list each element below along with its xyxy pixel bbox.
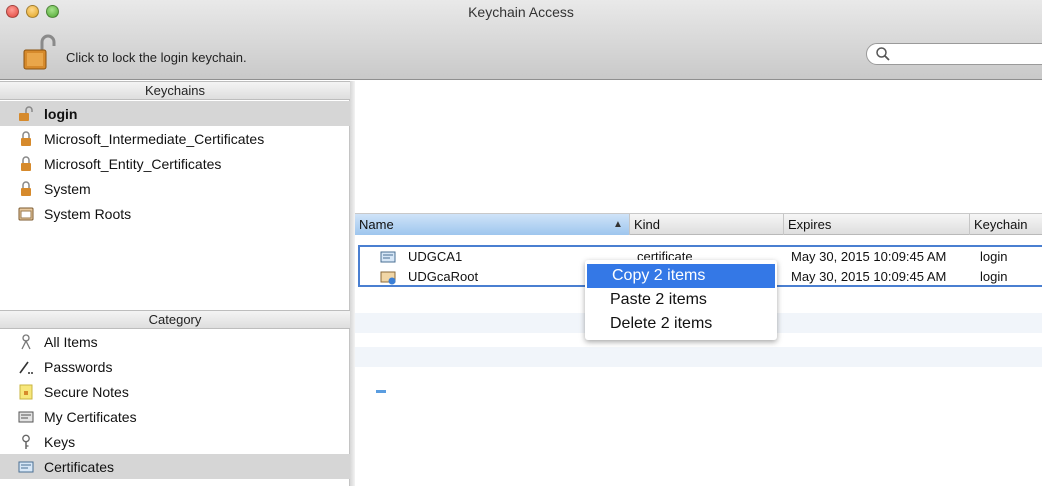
root-certificate-icon (380, 271, 396, 285)
key-icon (22, 434, 30, 449)
category-item-label: Secure Notes (44, 383, 129, 400)
keychains-header: Keychains (0, 81, 350, 100)
menu-item-delete[interactable]: Delete 2 items (585, 312, 777, 336)
keychain-item-system-roots[interactable]: System Roots (0, 201, 350, 226)
category-item-label: Passwords (44, 358, 113, 375)
category-item-keys[interactable]: Keys (0, 429, 350, 454)
category-header: Category (0, 310, 350, 329)
padlock-icon (21, 130, 31, 146)
menu-item-copy[interactable]: Copy 2 items (587, 264, 775, 288)
cell-keychain: login (980, 269, 1008, 284)
my-certificate-icon (18, 411, 34, 422)
drag-remnant (376, 390, 386, 393)
column-header-kind[interactable]: Kind (630, 214, 784, 235)
category-item-secure-notes[interactable]: Secure Notes (0, 379, 350, 404)
menu-item-paste[interactable]: Paste 2 items (585, 288, 777, 312)
column-header-label: Name (359, 217, 394, 232)
lock-label: Click to lock the login keychain. (66, 50, 247, 65)
cell-name: UDGCA1 (408, 249, 463, 264)
keychain-item-microsoft-entity[interactable]: Microsoft_Entity_Certificates (0, 151, 350, 176)
certificate-icon (18, 461, 34, 472)
column-header-expires[interactable]: Expires (784, 214, 970, 235)
window-title: Keychain Access (468, 4, 574, 20)
search-field[interactable] (866, 43, 1042, 65)
cell-expires: May 30, 2015 10:09:45 AM (791, 249, 947, 264)
category-item-passwords[interactable]: Passwords (0, 354, 350, 379)
password-icon (19, 361, 33, 374)
keychain-item-microsoft-intermediate[interactable]: Microsoft_Intermediate_Certificates (0, 126, 350, 151)
window-toolbar: Keychain Access Click to lock the login … (0, 0, 1042, 80)
unlocked-padlock-icon (23, 34, 56, 70)
context-menu: Copy 2 items Paste 2 items Delete 2 item… (585, 260, 777, 340)
cabinet-icon (18, 207, 34, 220)
padlock-icon (21, 155, 31, 171)
keychain-item-label: System (44, 180, 91, 197)
split-view-divider[interactable] (350, 81, 355, 486)
sort-ascending-icon: ▲ (613, 219, 623, 230)
keychain-item-label: login (44, 105, 78, 122)
table-row-empty (355, 347, 1042, 367)
category-item-certificates[interactable]: Certificates (0, 454, 350, 479)
category-item-label: My Certificates (44, 408, 137, 425)
category-item-my-certificates[interactable]: My Certificates (0, 404, 350, 429)
cell-name: UDGcaRoot (408, 269, 479, 284)
keychain-item-label: System Roots (44, 205, 132, 222)
keychain-item-login[interactable]: login (0, 101, 350, 126)
category-item-label: Certificates (44, 458, 115, 475)
padlock-icon (21, 180, 31, 196)
unlocked-padlock-icon (19, 105, 33, 121)
sidebar: Keychains login Microsoft_Intermediate_C… (0, 81, 350, 486)
column-header-keychain[interactable]: Keychain (970, 214, 1042, 235)
category-item-all-items[interactable]: All Items (0, 329, 350, 354)
cell-expires: May 30, 2015 10:09:45 AM (791, 269, 947, 284)
keychain-item-label: Microsoft_Entity_Certificates (44, 155, 222, 172)
lock-keychain-button[interactable] (20, 32, 60, 72)
category-item-label: Keys (44, 433, 76, 450)
table-header: Name ▲ Kind Expires Keychain (355, 213, 1042, 235)
cell-keychain: login (980, 249, 1008, 264)
keychain-item-system[interactable]: System (0, 176, 350, 201)
keychain-item-label: Microsoft_Intermediate_Certificates (44, 130, 265, 147)
secure-note-icon (19, 384, 33, 399)
all-items-icon (21, 333, 31, 349)
column-header-name[interactable]: Name ▲ (355, 214, 630, 235)
certificate-icon (380, 251, 396, 263)
search-icon (876, 47, 890, 61)
category-item-label: All Items (44, 333, 98, 350)
